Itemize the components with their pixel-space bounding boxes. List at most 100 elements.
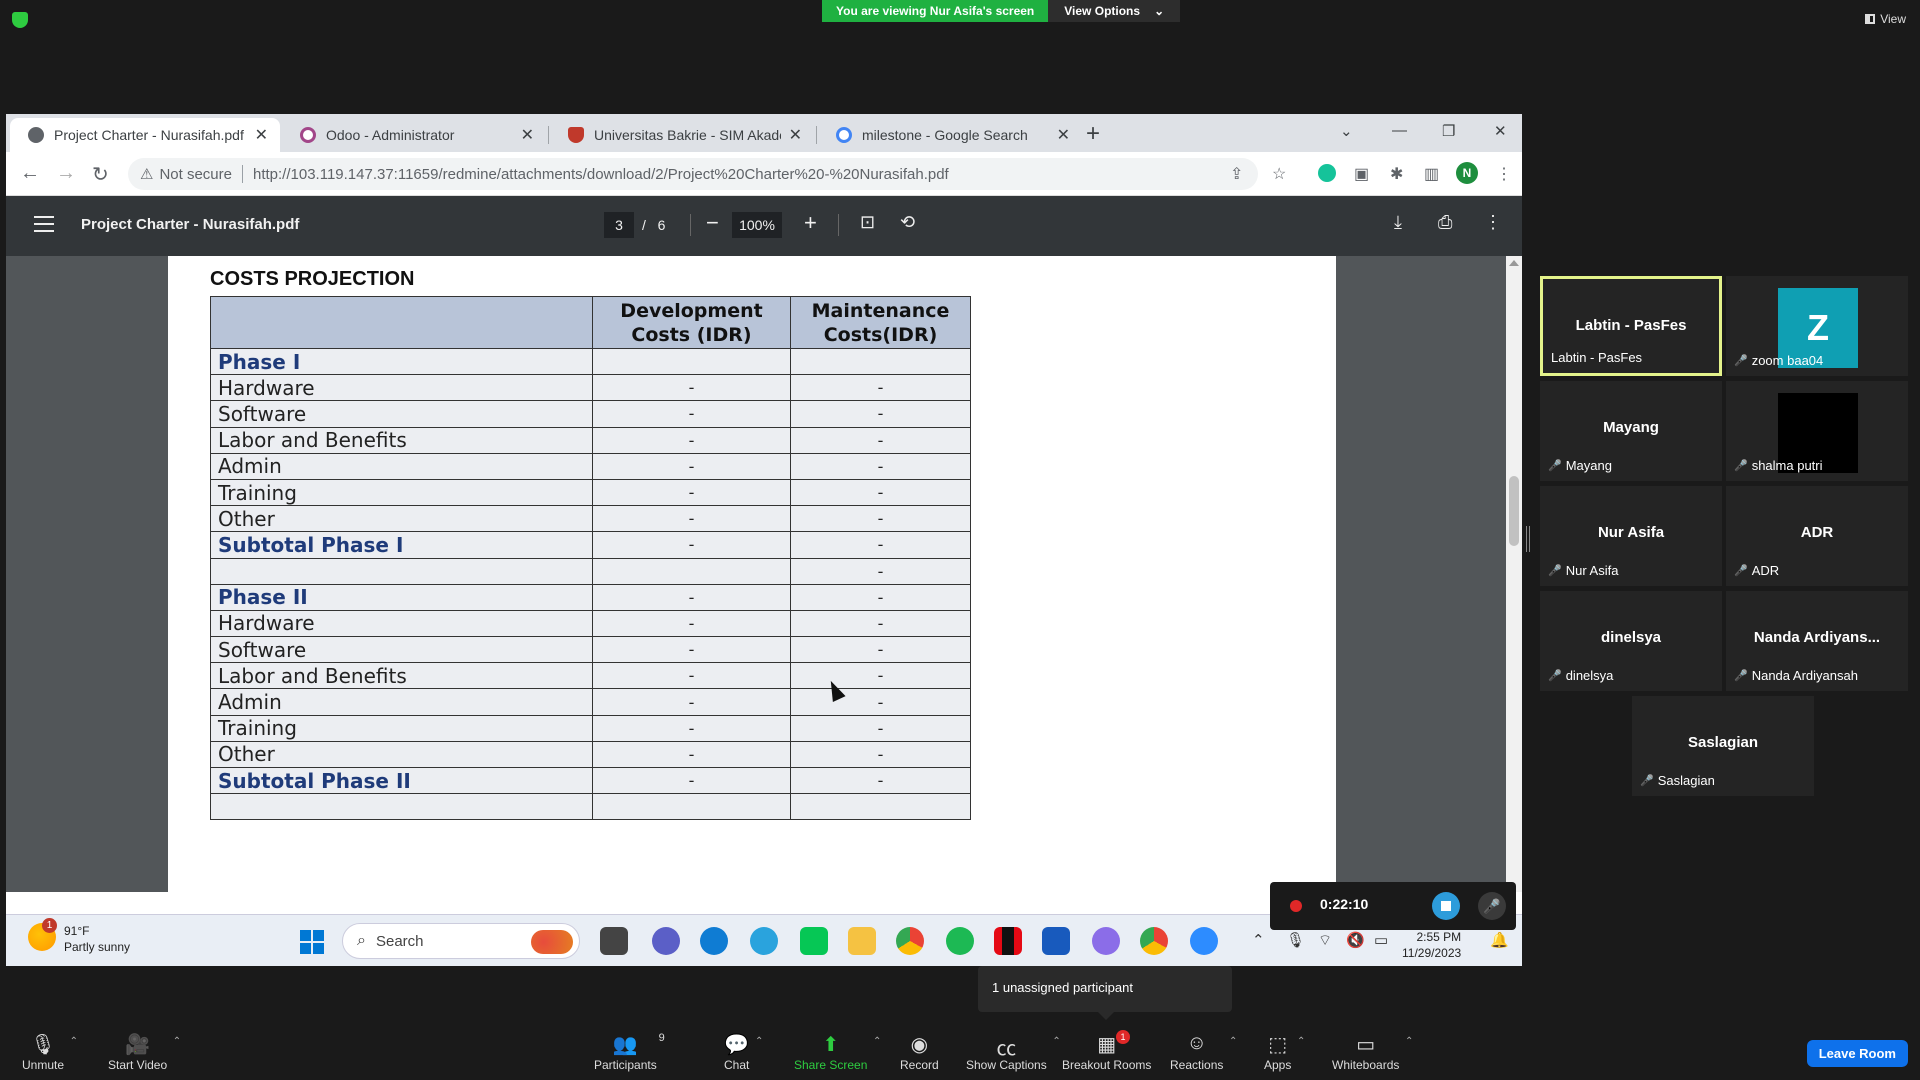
participant-tile[interactable]: dinelsya 🎤 dinelsya xyxy=(1540,591,1722,691)
telegram-icon[interactable] xyxy=(750,927,778,955)
notification-icon[interactable]: 🔔 xyxy=(1490,931,1509,949)
caret-up-icon[interactable]: ⌃ xyxy=(70,1036,78,1047)
close-window-icon[interactable]: ✕ xyxy=(1494,122,1507,140)
caret-up-icon[interactable]: ⌃ xyxy=(755,1036,763,1047)
page-number-input[interactable]: 3 xyxy=(604,212,634,238)
side-panel-icon[interactable]: ▥ xyxy=(1424,164,1439,184)
chrome-profile-icon[interactable] xyxy=(1140,927,1168,955)
reload-icon[interactable]: ↻ xyxy=(92,162,109,187)
rotate-icon[interactable]: ⟲ xyxy=(900,212,915,233)
chevron-up-icon[interactable]: ⌃ xyxy=(1252,931,1265,949)
view-options-button[interactable]: View Options ⌄ xyxy=(1048,0,1181,22)
caret-up-icon[interactable]: ⌃ xyxy=(1052,1036,1060,1047)
taskbar-search[interactable]: ⌕ Search xyxy=(342,923,580,959)
share-icon[interactable]: ⇪ xyxy=(1230,164,1243,184)
menu-icon[interactable] xyxy=(34,216,54,232)
whiteboards-button[interactable]: ▭ Whiteboards ⌃ xyxy=(1332,1032,1413,1072)
gallery-resize-handle[interactable] xyxy=(1526,526,1530,552)
apps-button[interactable]: ⬚ Apps ⌃ xyxy=(1264,1032,1305,1072)
table-row: Hardware - - xyxy=(210,609,971,638)
close-icon[interactable]: ✕ xyxy=(1057,125,1070,145)
stop-sharing-button[interactable] xyxy=(1432,892,1460,920)
restore-icon[interactable]: ❐ xyxy=(1442,122,1455,140)
scrollbar-thumb[interactable] xyxy=(1509,476,1519,546)
view-button[interactable]: View xyxy=(1865,12,1906,26)
breakout-rooms-button[interactable]: ▦ 1 Breakout Rooms xyxy=(1062,1030,1151,1072)
caret-up-icon[interactable]: ⌃ xyxy=(873,1036,881,1047)
zoom-level-input[interactable]: 100% xyxy=(732,212,782,238)
file-explorer-icon[interactable] xyxy=(848,927,876,955)
caret-up-icon[interactable]: ⌃ xyxy=(1229,1036,1237,1047)
windows-start-icon[interactable] xyxy=(300,930,324,954)
spotify-icon[interactable] xyxy=(946,927,974,955)
participant-tile[interactable]: Nur Asifa 🎤 Nur Asifa xyxy=(1540,486,1722,586)
tab-google-search[interactable]: milestone - Google Search ✕ xyxy=(818,118,1082,152)
zoom-out-icon[interactable]: − xyxy=(706,210,719,236)
grammarly-icon[interactable] xyxy=(1318,164,1336,182)
word-icon[interactable] xyxy=(1042,927,1070,955)
extension-icon[interactable]: ▣ xyxy=(1354,164,1369,184)
scroll-up-icon[interactable] xyxy=(1509,260,1519,266)
participant-tile[interactable]: Nanda Ardiyans... 🎤 Nanda Ardiyansah xyxy=(1726,591,1908,691)
participant-tile[interactable]: Saslagian 🎤 Saslagian xyxy=(1632,696,1814,796)
puzzle-icon[interactable]: ✱ xyxy=(1390,164,1403,184)
speaker-muted-icon[interactable]: 🔇 xyxy=(1346,931,1365,949)
omnibox[interactable]: ⚠ Not secure http://103.119.147.37:11659… xyxy=(128,158,1258,190)
start-video-button[interactable]: 🎥 Start Video ⌃ xyxy=(108,1032,181,1072)
caret-up-icon[interactable]: ⌃ xyxy=(1297,1036,1305,1047)
forward-icon[interactable]: → xyxy=(56,162,76,185)
weather-widget[interactable]: 1 91°F Partly sunny xyxy=(28,918,130,955)
line-icon[interactable] xyxy=(800,927,828,955)
chevron-down-icon[interactable]: ⌄ xyxy=(1340,122,1353,140)
profile-avatar[interactable]: N xyxy=(1456,162,1478,184)
tab-universitas-bakrie[interactable]: Universitas Bakrie - SIM Akadem ✕ xyxy=(550,118,814,152)
tab-odoo[interactable]: Odoo - Administrator ✕ xyxy=(282,118,546,152)
copilot-icon[interactable] xyxy=(1092,927,1120,955)
zoom-in-icon[interactable]: + xyxy=(804,210,817,236)
clock[interactable]: 2:55 PM 11/29/2023 xyxy=(1402,929,1461,961)
show-captions-button[interactable]: ㏄ Show Captions ⌃ xyxy=(966,1032,1061,1072)
view-label: View xyxy=(1880,12,1906,26)
wifi-icon[interactable]: ⌔ xyxy=(1318,931,1332,950)
close-icon[interactable]: ✕ xyxy=(255,125,268,145)
battery-icon[interactable]: ▭ xyxy=(1374,931,1388,949)
minimize-icon[interactable]: — xyxy=(1392,122,1407,139)
leave-room-button[interactable]: Leave Room xyxy=(1806,1040,1908,1067)
kebab-menu-icon[interactable]: ⋮ xyxy=(1484,212,1502,233)
participant-tile[interactable]: ADR 🎤 ADR xyxy=(1726,486,1908,586)
task-view-icon[interactable] xyxy=(600,927,628,955)
record-button[interactable]: ◉ Record xyxy=(900,1032,939,1072)
mic-muted-icon[interactable]: 🎤 xyxy=(1478,892,1506,920)
zoom-app-icon[interactable] xyxy=(1190,927,1218,955)
participant-tile[interactable]: 🎤 shalma putri xyxy=(1726,381,1908,481)
share-screen-button[interactable]: ⬆ Share Screen ⌃ xyxy=(794,1032,881,1072)
microphone-icon[interactable]: 🎙 xyxy=(1286,931,1305,949)
fit-page-icon[interactable]: ⊡ xyxy=(860,212,875,233)
back-icon[interactable]: ← xyxy=(20,162,40,185)
close-icon[interactable]: ✕ xyxy=(521,125,534,145)
shield-icon[interactable] xyxy=(12,12,28,28)
url-text[interactable]: http://103.119.147.37:11659/redmine/atta… xyxy=(253,166,949,183)
kebab-menu-icon[interactable]: ⋮ xyxy=(1496,164,1512,184)
teams-chat-icon[interactable] xyxy=(652,927,680,955)
netflix-icon[interactable] xyxy=(994,927,1022,955)
edge-icon[interactable] xyxy=(700,927,728,955)
participant-tile[interactable]: Labtin - PasFes Labtin - PasFes xyxy=(1540,276,1722,376)
caret-up-icon[interactable]: ⌃ xyxy=(1405,1036,1413,1047)
tab-project-charter[interactable]: Project Charter - Nurasifah.pdf ✕ xyxy=(10,118,280,152)
participant-tile[interactable]: Z 🎤 zoom baa04 xyxy=(1726,276,1908,376)
unmute-button[interactable]: 🎙 Unmute ⌃ xyxy=(22,1032,78,1072)
participant-tile[interactable]: Mayang 🎤 Mayang xyxy=(1540,381,1722,481)
print-icon[interactable]: ⎙ xyxy=(1438,212,1452,233)
caret-up-icon[interactable]: ⌃ xyxy=(173,1036,181,1047)
star-icon[interactable]: ☆ xyxy=(1272,164,1286,184)
chrome-icon[interactable] xyxy=(896,927,924,955)
scrollbar[interactable] xyxy=(1506,256,1522,892)
new-tab-icon[interactable]: + xyxy=(1086,120,1100,148)
chat-button[interactable]: 💬 Chat ⌃ xyxy=(724,1032,763,1072)
participant-display-name: dinelsya xyxy=(1600,629,1662,646)
reactions-button[interactable]: ☺ Reactions ⌃ xyxy=(1170,1032,1237,1072)
download-icon[interactable]: ⤓ xyxy=(1394,212,1402,233)
close-icon[interactable]: ✕ xyxy=(789,125,802,145)
participants-button[interactable]: 👥 9 Participants xyxy=(594,1032,665,1072)
